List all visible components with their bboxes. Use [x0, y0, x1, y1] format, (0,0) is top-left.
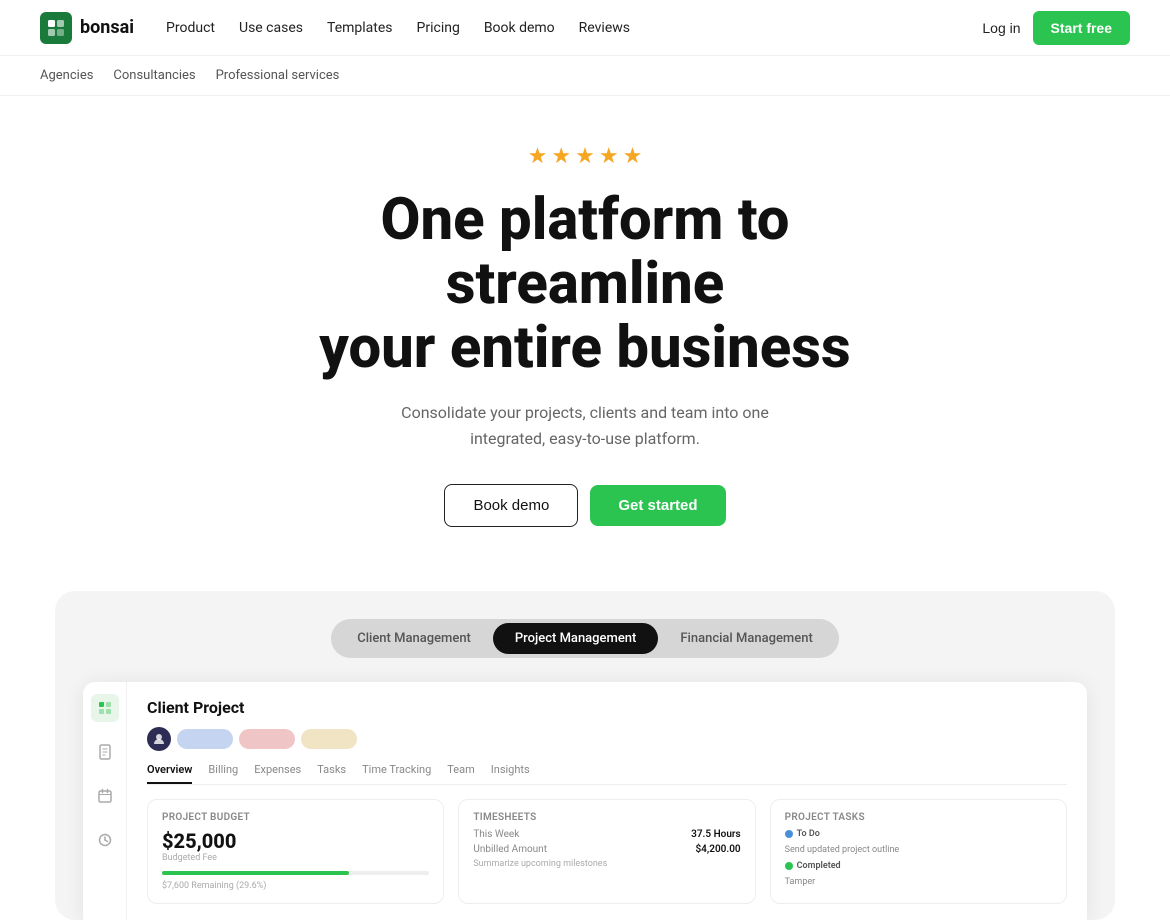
nav-product[interactable]: Product	[166, 20, 215, 36]
hero-subtitle: Consolidate your projects, clients and t…	[395, 400, 775, 451]
pill-pink	[239, 729, 295, 749]
timesheet-val-2: $4,200.00	[695, 844, 740, 855]
task-item-1: Send updated project outline	[785, 845, 1052, 855]
timesheets-card: Timesheets This Week 37.5 Hours Unbilled…	[458, 799, 755, 904]
submenu-professional-services[interactable]: Professional services	[216, 68, 340, 83]
hero-buttons: Book demo Get started	[444, 484, 725, 527]
app-window: Client Project Overview Billing Expenses…	[83, 682, 1087, 920]
timesheets-card-title: Timesheets	[473, 812, 740, 823]
app-main-content: Client Project Overview Billing Expenses…	[127, 682, 1087, 920]
nav-book-demo[interactable]: Book demo	[484, 20, 555, 36]
submenu-agencies[interactable]: Agencies	[40, 68, 93, 83]
budget-remaining: $7,600 Remaining (29.6%)	[162, 881, 429, 891]
completed-label: Completed	[797, 861, 841, 871]
star-2: ★	[551, 144, 571, 169]
navbar-right: Log in Start free	[982, 11, 1130, 45]
logo-text: bonsai	[80, 17, 134, 38]
app-tab-insights[interactable]: Insights	[491, 763, 530, 784]
star-rating: ★ ★ ★ ★ ★	[528, 144, 643, 169]
demo-panel-wrapper: Client Management Project Management Fin…	[0, 591, 1170, 920]
demo-tabs: Client Management Project Management Fin…	[331, 619, 839, 658]
todo-label: To Do	[797, 829, 820, 839]
app-sidebar	[83, 682, 127, 920]
start-free-button[interactable]: Start free	[1033, 11, 1130, 45]
budget-amount: $25,000	[162, 829, 429, 853]
app-tab-tasks[interactable]: Tasks	[317, 763, 346, 784]
get-started-button[interactable]: Get started	[590, 485, 725, 526]
todo-dot	[785, 830, 793, 838]
demo-panel: Client Management Project Management Fin…	[55, 591, 1115, 920]
hero-title: One platform to streamline your entire b…	[235, 189, 935, 380]
app-nav-tabs: Overview Billing Expenses Tasks Time Tra…	[147, 763, 1067, 785]
pill-blue	[177, 729, 233, 749]
tasks-card: Project Tasks To Do Send updated project…	[770, 799, 1067, 904]
nav-reviews[interactable]: Reviews	[579, 20, 630, 36]
logo-icon	[40, 12, 72, 44]
nav-links: Product Use cases Templates Pricing Book…	[166, 20, 630, 36]
completed-dot	[785, 862, 793, 870]
sidebar-clock-icon[interactable]	[91, 826, 119, 854]
sidebar-invoice-icon[interactable]	[91, 738, 119, 766]
logo[interactable]: bonsai	[40, 12, 134, 44]
budget-label: Budgeted Fee	[162, 853, 429, 863]
sidebar-calendar-icon[interactable]	[91, 782, 119, 810]
budget-card: Project Budget $25,000 Budgeted Fee $7,6…	[147, 799, 444, 904]
avatar-1	[147, 727, 171, 751]
app-avatars	[147, 727, 1067, 751]
star-3: ★	[575, 144, 595, 169]
timesheet-label-1: This Week	[473, 829, 519, 840]
nav-pricing[interactable]: Pricing	[417, 20, 460, 36]
sidebar-home-icon[interactable]	[91, 694, 119, 722]
timesheet-row-1: This Week 37.5 Hours	[473, 829, 740, 840]
app-tab-expenses[interactable]: Expenses	[254, 763, 301, 784]
timesheet-val-1: 37.5 Hours	[691, 829, 741, 840]
pill-yellow	[301, 729, 357, 749]
completed-badge: Completed	[785, 861, 1052, 871]
nav-use-cases[interactable]: Use cases	[239, 20, 303, 36]
book-demo-button[interactable]: Book demo	[444, 484, 578, 527]
budget-bar	[162, 871, 429, 875]
budget-card-title: Project Budget	[162, 812, 429, 823]
app-tab-time-tracking[interactable]: Time Tracking	[362, 763, 431, 784]
app-tab-billing[interactable]: Billing	[208, 763, 238, 784]
timesheet-row-2: Unbilled Amount $4,200.00	[473, 844, 740, 855]
star-5: ★	[623, 144, 643, 169]
project-title: Client Project	[147, 698, 1067, 717]
star-4: ★	[599, 144, 619, 169]
navbar: bonsai Product Use cases Templates Prici…	[0, 0, 1170, 56]
tasks-card-title: Project Tasks	[785, 812, 1052, 823]
budget-bar-fill	[162, 871, 349, 875]
nav-templates[interactable]: Templates	[327, 20, 393, 36]
app-tab-overview[interactable]: Overview	[147, 763, 192, 784]
submenu-consultancies[interactable]: Consultancies	[113, 68, 195, 83]
navbar-left: bonsai Product Use cases Templates Prici…	[40, 12, 630, 44]
tab-financial-management[interactable]: Financial Management	[658, 623, 834, 654]
tab-project-management[interactable]: Project Management	[493, 623, 658, 654]
todo-badge: To Do	[785, 829, 1052, 839]
app-cards: Project Budget $25,000 Budgeted Fee $7,6…	[147, 799, 1067, 904]
login-button[interactable]: Log in	[982, 20, 1020, 36]
tab-client-management[interactable]: Client Management	[335, 623, 493, 654]
star-1: ★	[528, 144, 548, 169]
submenu-bar: Agencies Consultancies Professional serv…	[0, 56, 1170, 96]
hero-section: ★ ★ ★ ★ ★ One platform to streamline you…	[0, 96, 1170, 559]
task-item-2: Tamper	[785, 877, 1052, 887]
timesheet-label-2: Unbilled Amount	[473, 844, 547, 855]
app-tab-team[interactable]: Team	[447, 763, 475, 784]
timesheet-sub: Summarize upcoming milestones	[473, 859, 740, 869]
